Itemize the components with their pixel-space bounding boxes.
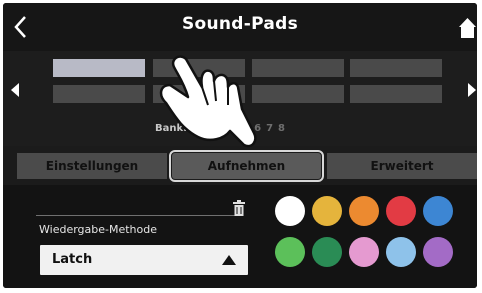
header-bar: Sound-Pads	[3, 3, 477, 51]
tab-bar: Einstellungen Aufnehmen Erweitert	[3, 150, 477, 185]
bank-number[interactable]: 7	[266, 123, 273, 134]
color-swatch[interactable]	[312, 196, 342, 226]
prev-bank-button[interactable]	[6, 75, 26, 105]
bank-number[interactable]: 6	[254, 123, 261, 134]
color-swatch[interactable]	[423, 237, 453, 267]
color-swatch[interactable]	[349, 196, 379, 226]
sound-pad-8[interactable]	[350, 85, 442, 103]
color-swatch[interactable]	[386, 237, 416, 267]
tab-einstellungen[interactable]: Einstellungen	[17, 153, 167, 179]
caret-right-icon	[468, 83, 476, 97]
sound-pad-3[interactable]	[252, 59, 344, 77]
bank-number[interactable]: 5	[242, 123, 249, 134]
color-swatch[interactable]	[275, 196, 305, 226]
caret-up-icon	[222, 255, 236, 265]
sound-pads-screen: Sound-Pads Bank: 5 6 7 8 Einstellungen Aufne…	[3, 3, 477, 288]
bank-label: Bank:	[155, 123, 188, 134]
color-swatch[interactable]	[312, 237, 342, 267]
playback-method-value: Latch	[52, 252, 93, 267]
tab-aufnehmen[interactable]: Aufnehmen	[169, 150, 324, 182]
bank-selector: Bank: 5 6 7 8	[155, 123, 285, 134]
sound-pad-7[interactable]	[252, 85, 344, 103]
color-swatch[interactable]	[275, 237, 305, 267]
delete-button[interactable]	[233, 200, 245, 216]
sound-pad-1[interactable]	[53, 59, 145, 77]
color-swatch[interactable]	[423, 196, 453, 226]
bank-number[interactable]: 8	[278, 123, 285, 134]
trash-icon	[233, 200, 245, 216]
home-button[interactable]	[458, 17, 477, 41]
caret-left-icon	[11, 83, 19, 97]
pad-name-field[interactable]	[36, 215, 238, 216]
tab-erweitert[interactable]: Erweitert	[327, 153, 477, 179]
playback-method-select[interactable]: Latch	[40, 245, 248, 275]
home-icon	[459, 18, 476, 38]
sound-pad-5[interactable]	[53, 85, 145, 103]
sound-pad-4[interactable]	[350, 59, 442, 77]
next-bank-button[interactable]	[461, 75, 477, 105]
playback-method-label: Wiedergabe-Methode	[39, 223, 158, 236]
color-swatch[interactable]	[349, 237, 379, 267]
page-title: Sound-Pads	[181, 14, 299, 34]
sound-pad-6[interactable]	[153, 85, 245, 103]
sound-pad-2[interactable]	[153, 59, 245, 77]
color-swatch[interactable]	[386, 196, 416, 226]
